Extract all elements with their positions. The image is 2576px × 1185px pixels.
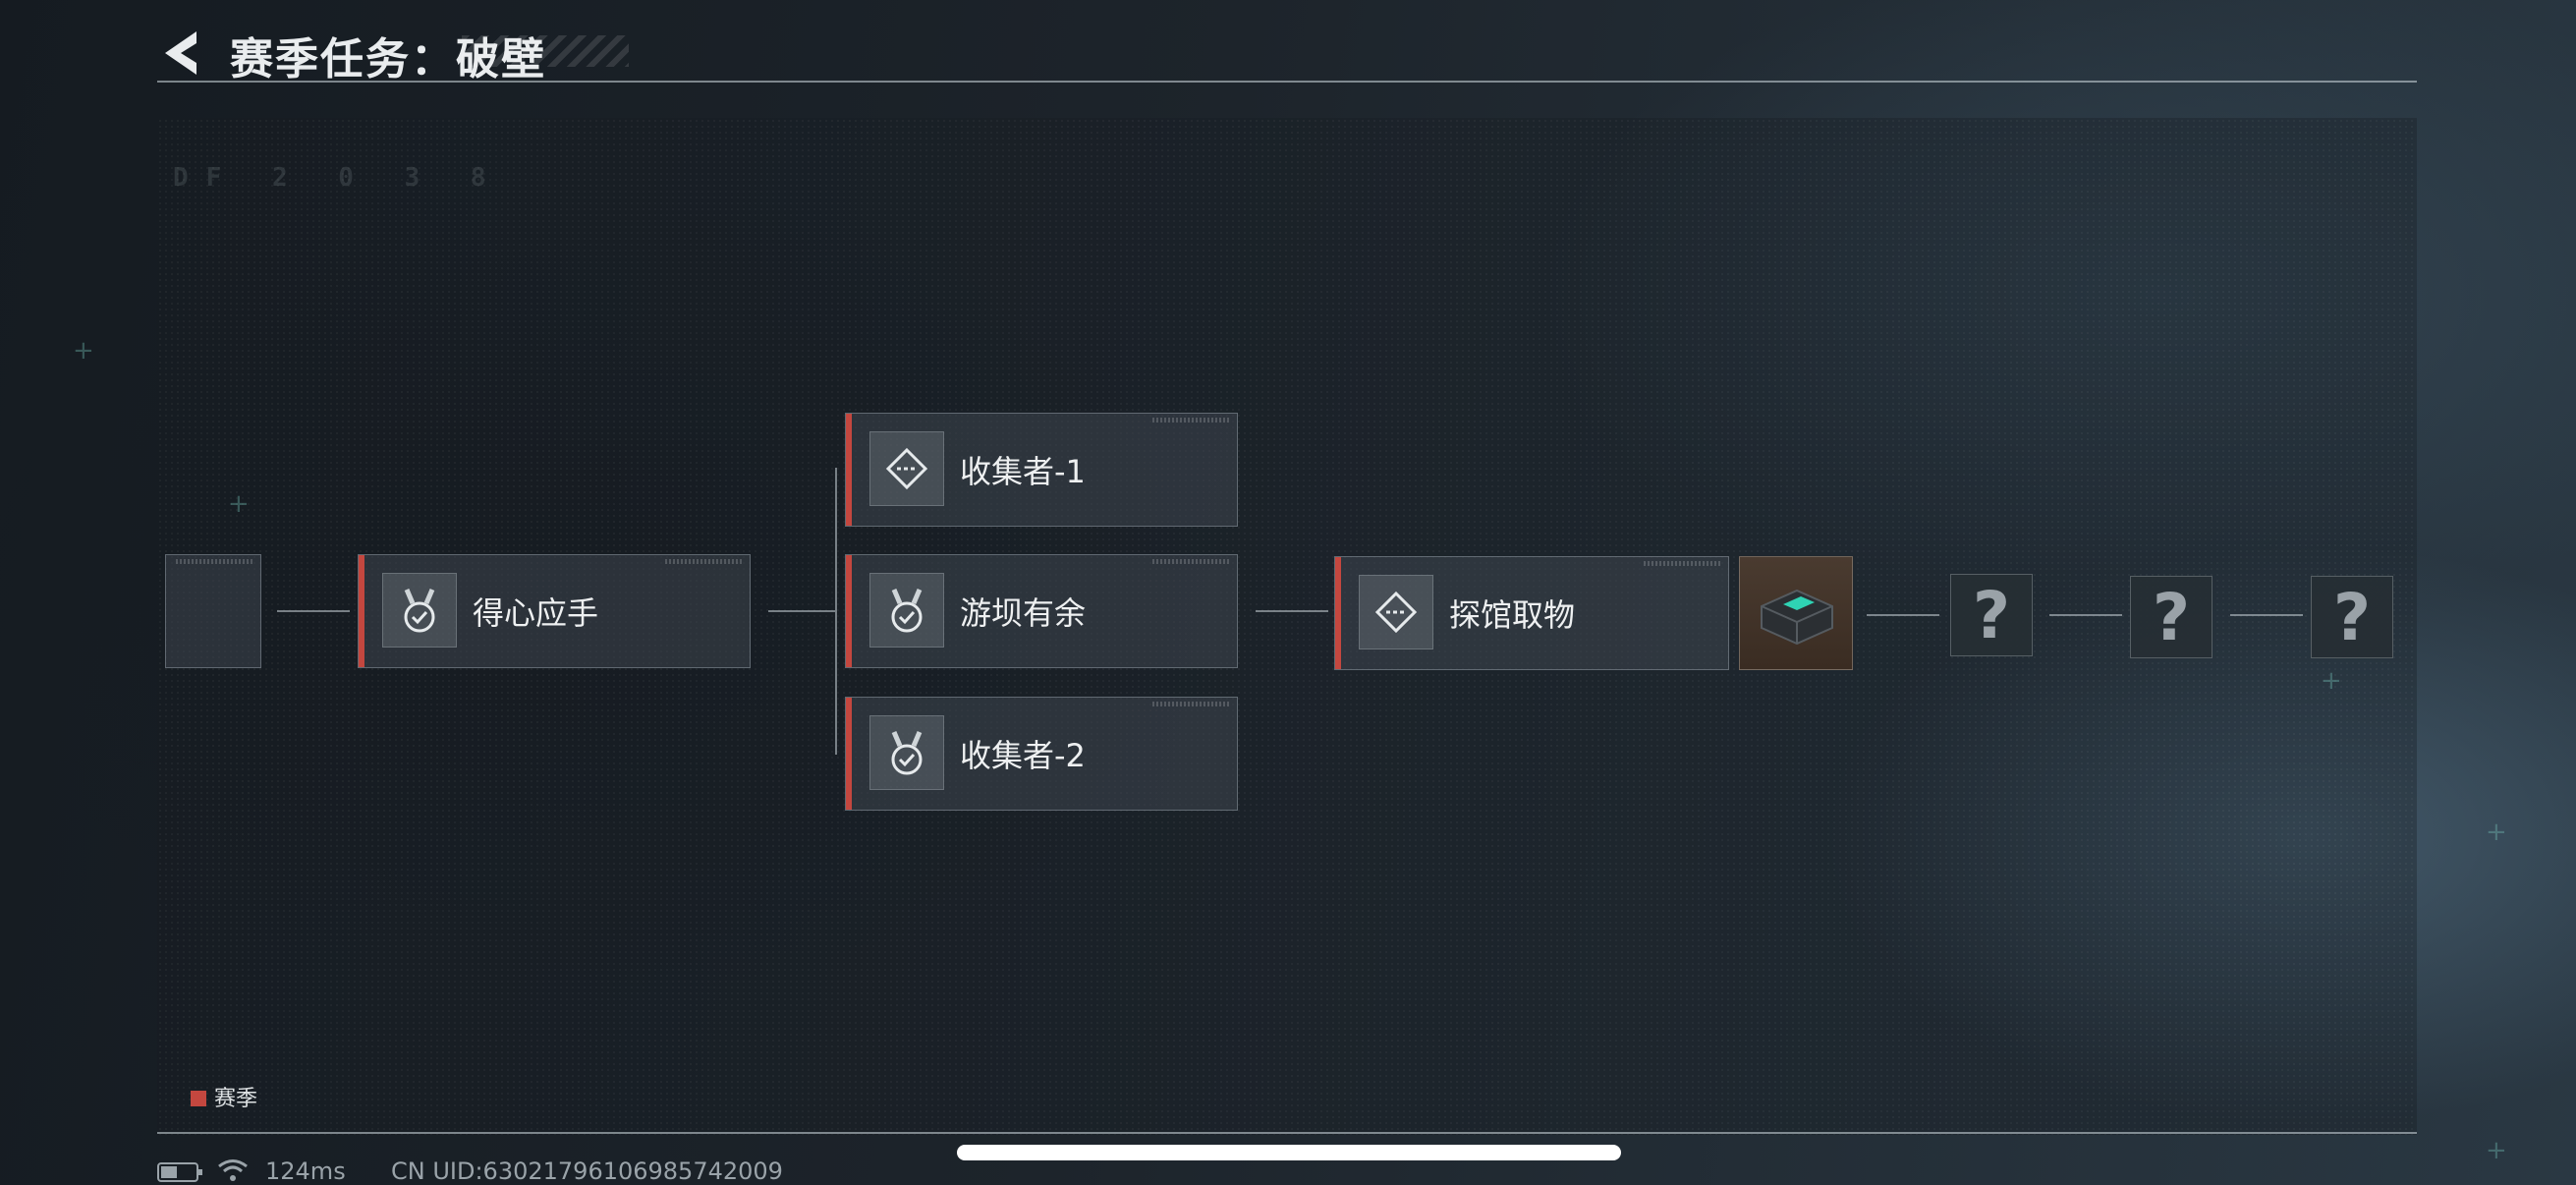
diamond-dash-icon: [869, 431, 944, 506]
device-case-icon: [1761, 589, 1833, 646]
connector-line: [835, 468, 837, 755]
background-code-text: DF 2 0 3 8: [173, 163, 504, 193]
node-tick-decoration: [1152, 702, 1231, 706]
locked-reward-2[interactable]: ?: [2130, 576, 2212, 658]
connector-line: [2049, 614, 2122, 616]
question-mark-icon: ?: [1972, 578, 2011, 653]
task-node-collector-1[interactable]: 收集者-1: [845, 413, 1238, 527]
uid-text: CN UID:630217961069857420​09: [391, 1157, 783, 1185]
home-indicator[interactable]: [957, 1145, 1621, 1160]
footer-divider: [157, 1132, 2417, 1134]
ping-text: 124ms: [265, 1157, 346, 1185]
crosshair-icon: +: [73, 336, 94, 366]
header-divider: [157, 81, 2417, 83]
task-node-youba[interactable]: 游坝有余: [845, 554, 1238, 668]
medal-check-icon: [382, 573, 457, 648]
node-tick-decoration: [1152, 418, 1231, 423]
locked-reward-1[interactable]: ?: [1950, 574, 2033, 656]
title-decoration: [462, 35, 629, 67]
task-label: 收集者-1: [960, 453, 1086, 490]
legend-swatch: [191, 1091, 206, 1106]
season-marker: [1335, 557, 1341, 669]
season-marker: [846, 698, 852, 810]
medal-check-icon: [869, 573, 944, 648]
question-mark-icon: ?: [2152, 580, 2191, 655]
connector-line: [1256, 610, 1328, 612]
node-tick-decoration: [176, 559, 254, 564]
crosshair-icon: +: [2321, 666, 2342, 696]
season-marker: [359, 555, 364, 667]
back-arrow-icon[interactable]: [157, 28, 206, 79]
diamond-dash-icon: [1359, 575, 1433, 649]
medal-check-icon: [869, 715, 944, 790]
task-node-dexin[interactable]: 得心应手: [358, 554, 751, 668]
connector-line: [768, 610, 835, 612]
node-tick-decoration: [1644, 561, 1722, 566]
task-label: 得心应手: [473, 594, 599, 632]
legend: 赛季: [191, 1081, 257, 1112]
wifi-icon: [218, 1159, 248, 1181]
reward-item[interactable]: [1739, 556, 1853, 670]
start-node: [165, 554, 261, 668]
node-tick-decoration: [1152, 559, 1231, 564]
season-marker: [846, 414, 852, 526]
season-marker: [846, 555, 852, 667]
question-mark-icon: ?: [2332, 580, 2372, 655]
battery-icon: [157, 1162, 202, 1182]
legend-label: 赛季: [214, 1087, 258, 1111]
task-node-collector-2[interactable]: 收集者-2: [845, 697, 1238, 811]
task-label: 探馆取物: [1449, 596, 1576, 634]
locked-reward-3[interactable]: ?: [2311, 576, 2393, 658]
crosshair-icon: +: [2486, 818, 2507, 847]
node-tick-decoration: [665, 559, 744, 564]
crosshair-icon: +: [228, 489, 250, 519]
connector-line: [2230, 614, 2303, 616]
task-node-tanguan[interactable]: 探馆取物: [1334, 556, 1729, 670]
connector-line: [277, 610, 350, 612]
crosshair-icon: +: [2486, 1136, 2507, 1165]
connector-line: [1867, 614, 1939, 616]
task-label: 游坝有余: [960, 594, 1087, 632]
task-label: 收集者-2: [960, 737, 1086, 774]
